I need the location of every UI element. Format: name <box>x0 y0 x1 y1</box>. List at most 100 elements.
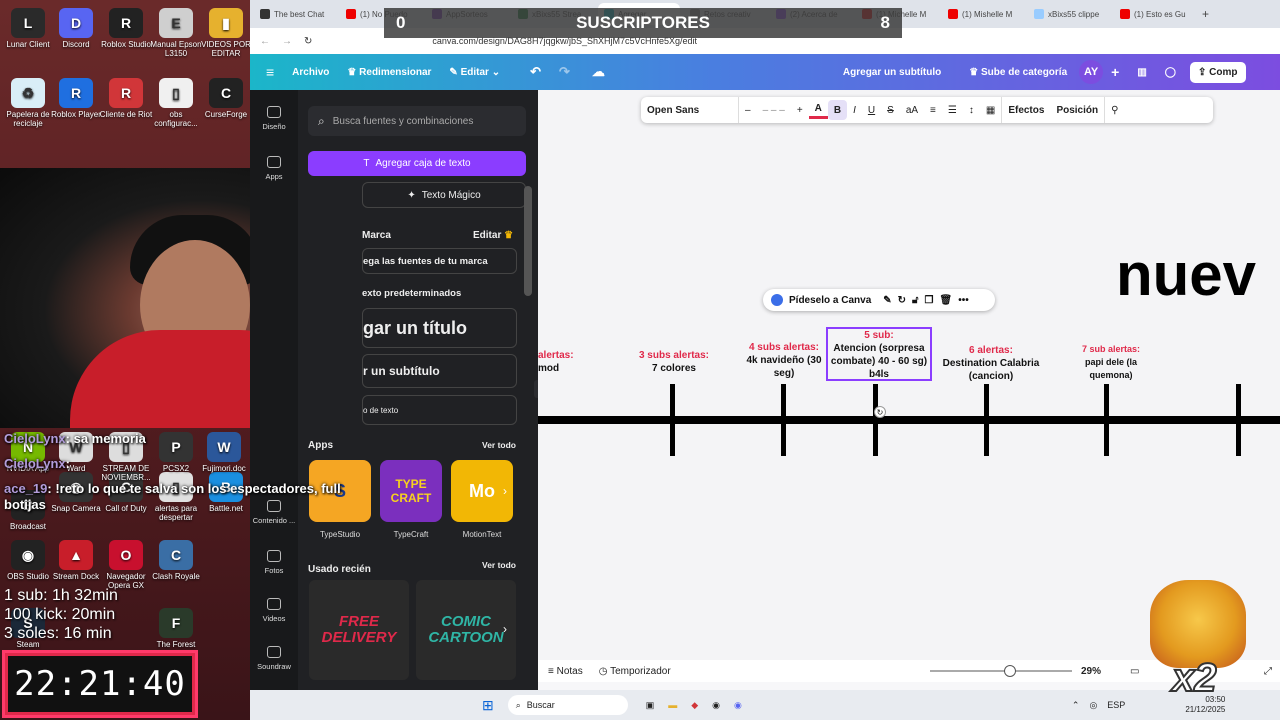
add-textbox-button[interactable]: T Agregar caja de texto <box>308 151 526 176</box>
text-color-icon[interactable]: A <box>808 101 828 119</box>
rail-item[interactable]: Apps <box>250 156 298 181</box>
apps-next-icon[interactable]: › <box>503 484 507 498</box>
zoom-slider-knob[interactable] <box>1003 665 1016 677</box>
browser-tab[interactable]: The best Chat <box>254 3 336 25</box>
resize-button[interactable]: ♛ Redimensionar <box>347 67 431 78</box>
file-explorer-icon[interactable]: ▬ <box>668 700 677 710</box>
reload-icon[interactable]: ↻ <box>304 36 312 47</box>
underline-icon[interactable]: U <box>862 97 881 123</box>
start-icon[interactable]: ⊞ <box>482 697 494 714</box>
letter-case-icon[interactable]: aA <box>900 97 924 123</box>
desktop-icon[interactable]: R Roblox Studio <box>98 8 154 49</box>
align-icon[interactable]: ≡ <box>924 97 942 123</box>
font-search-input[interactable]: ⌕ Busca fuentes y combinaciones <box>308 106 526 136</box>
language-indicator[interactable]: ESP <box>1107 700 1125 710</box>
desktop-icon[interactable]: O Navegador Opera GX <box>98 540 154 590</box>
tray-chevron-icon[interactable]: ⌃ <box>1072 700 1080 711</box>
cloud-save-icon[interactable]: ☁ <box>592 64 605 80</box>
recent-see-all-link[interactable]: Ver todo <box>482 560 516 570</box>
duplicate-icon[interactable]: ❐ <box>925 295 934 306</box>
rotate-icon[interactable]: ↻ <box>898 295 906 306</box>
network-icon[interactable]: ◎ <box>1089 700 1097 711</box>
add-body-button[interactable]: o de texto <box>362 395 517 425</box>
timer-button[interactable]: ◷ Temporizador <box>599 666 671 677</box>
selected-textbox-outline[interactable] <box>826 327 932 381</box>
bold-icon[interactable]: B <box>827 100 848 120</box>
delete-icon[interactable]: 🗑︎ <box>940 295 953 306</box>
rotate-handle-icon[interactable]: ↻ <box>874 406 886 418</box>
comments-icon[interactable]: ◯ <box>1165 67 1176 78</box>
font-size-input[interactable]: – – – <box>757 97 791 123</box>
effects-button[interactable]: Efectos <box>1002 97 1050 123</box>
redo-icon[interactable]: ↷ <box>559 64 570 80</box>
notes-button[interactable]: ≡ Notas <box>548 666 583 677</box>
list-icon[interactable]: ☰ <box>942 97 963 123</box>
add-subtitle-button[interactable]: r un subtítulo <box>362 354 517 388</box>
rail-item[interactable]: Soundraw <box>250 646 298 671</box>
desktop-icon[interactable]: D Discord <box>48 8 104 49</box>
increase-size-button[interactable]: + <box>791 97 809 123</box>
fullscreen-icon[interactable]: ⤢ <box>1264 666 1272 677</box>
apps-see-all-link[interactable]: Ver todo <box>482 440 516 450</box>
magic-edit-icon[interactable]: ✎ <box>883 295 891 306</box>
menu-icon[interactable]: ≡ <box>266 64 274 80</box>
back-icon[interactable]: ← <box>260 36 270 47</box>
position-button[interactable]: Posición <box>1050 97 1106 123</box>
file-menu[interactable]: Archivo <box>292 67 329 78</box>
zoom-slider[interactable] <box>930 665 1072 677</box>
recent-template-card[interactable]: COMIC CARTOON <box>416 580 516 680</box>
desktop-icon[interactable]: ▯ obs configurac... <box>148 78 204 128</box>
desktop-icon[interactable]: R Cliente de Riot <box>98 78 154 119</box>
edit-menu[interactable]: ✎ Editar ⌄ <box>449 67 500 78</box>
pages-icon[interactable]: ▭ <box>1130 666 1139 677</box>
italic-icon[interactable]: I <box>847 97 862 123</box>
timeline-label[interactable]: 7 sub alertas: papi dele (la quemona) <box>1068 343 1154 382</box>
timeline-label[interactable]: alertas: mod <box>538 349 578 375</box>
new-tab-icon[interactable]: + <box>1202 7 1209 21</box>
browser-tab[interactable]: xBixs55 clippe <box>1028 3 1110 25</box>
browser-tab[interactable]: (1) Mishelle M <box>942 3 1024 25</box>
desktop-icon[interactable]: E Manual Epson L3150 <box>148 8 204 58</box>
desktop-icon[interactable]: ▮ VIDEOS POR EDITAR <box>198 8 254 58</box>
upgrade-button[interactable]: ♛ Sube de categoría <box>969 67 1067 78</box>
desktop-icon[interactable]: ▲ Stream Dock <box>48 540 104 581</box>
avatar[interactable]: AY <box>1079 60 1104 84</box>
chrome-icon[interactable]: ◉ <box>712 700 720 711</box>
ask-canva-button[interactable]: Pídeselo a Canva <box>789 295 871 306</box>
transparency-icon[interactable]: ▦ <box>980 97 1003 123</box>
lock-icon[interactable]: 🔓︎ <box>912 295 918 306</box>
timeline-label[interactable]: 4 subs alertas: 4k navideño (30 seg) <box>742 341 826 380</box>
canvas-heading-text[interactable]: nuev <box>1116 240 1256 309</box>
timeline-label[interactable]: 3 subs alertas: 7 colores <box>630 349 718 375</box>
design-title[interactable]: Agregar un subtítulo <box>843 67 941 78</box>
desktop-icon[interactable]: C CurseForge <box>198 78 254 119</box>
recent-template-card[interactable]: FREE DELIVERY <box>309 580 409 680</box>
spacing-icon[interactable]: ↕ <box>963 97 980 123</box>
desktop-icon[interactable]: R Roblox Player <box>48 78 104 119</box>
taskbar-search[interactable]: ⌕ Buscar <box>507 695 628 715</box>
zoom-level[interactable]: 29% <box>1081 666 1101 677</box>
add-collaborator-icon[interactable]: + <box>1111 64 1119 80</box>
desktop-icon[interactable]: C Clash Royale <box>148 540 204 581</box>
rail-item[interactable]: Diseño <box>250 106 298 131</box>
undo-icon[interactable]: ↶ <box>530 64 541 80</box>
analytics-icon[interactable]: ▥ <box>1137 67 1146 78</box>
panel-scrollbar[interactable] <box>524 186 532 296</box>
rail-item[interactable]: Videos <box>250 598 298 623</box>
magic-text-button[interactable]: ✦ Texto Mágico <box>362 182 526 208</box>
decrease-size-button[interactable]: – <box>739 97 757 123</box>
add-title-button[interactable]: gar un título <box>362 308 517 348</box>
brand-edit-link[interactable]: Editar ♛ <box>473 230 513 241</box>
timeline-line[interactable] <box>538 416 1280 424</box>
discord-taskbar-icon[interactable]: ◉ <box>734 700 742 711</box>
forward-icon[interactable]: → <box>282 36 292 47</box>
app-card[interactable]: TYPE CRAFT <box>380 460 442 522</box>
recent-next-icon[interactable]: › <box>503 622 507 636</box>
copy-style-icon[interactable]: ⚲ <box>1105 97 1124 123</box>
more-options-icon[interactable]: ••• <box>958 295 969 306</box>
brave-icon[interactable]: ◆ <box>691 700 698 711</box>
font-family-dropdown[interactable]: Open Sans <box>641 97 739 123</box>
rail-item[interactable]: Fotos <box>250 550 298 575</box>
browser-tab[interactable]: (1) Esto es Gu <box>1114 3 1196 25</box>
brand-fonts-button[interactable]: ega las fuentes de tu marca <box>362 248 517 274</box>
